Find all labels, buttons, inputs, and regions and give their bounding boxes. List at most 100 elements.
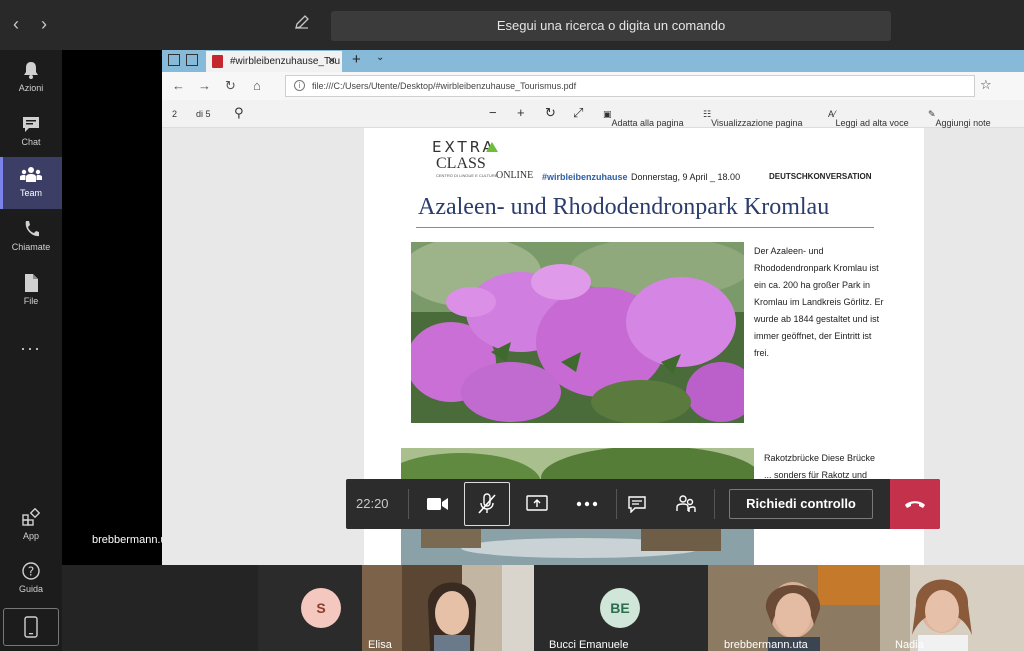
online-label: ONLINE xyxy=(496,170,534,181)
divider xyxy=(408,489,409,519)
event-date: Donnerstag, 9 April _ 18.00 xyxy=(631,172,741,182)
rail-item-apps[interactable]: App xyxy=(0,500,62,552)
new-tab-icon[interactable]: + xyxy=(352,51,361,68)
paragraph-park: Der Azaleen- und Rhododendronpark Kromla… xyxy=(754,246,884,358)
info-icon: i xyxy=(294,80,305,91)
participant-tile[interactable]: brebbermann.uta xyxy=(708,565,880,651)
more-apps-icon[interactable]: ... xyxy=(0,334,62,355)
rail-label: Azioni xyxy=(18,83,44,93)
conversation-icon xyxy=(628,496,646,513)
search-icon[interactable]: ⚲ xyxy=(234,105,244,121)
participant-name: brebbermann.uta xyxy=(724,639,808,651)
tab-title: #wirbleibenzuhause_Tou xyxy=(230,56,341,67)
fullscreen-icon[interactable]: ⤢ xyxy=(573,105,583,121)
pdf-icon xyxy=(212,55,223,68)
participant-name: Bucci Emanuele xyxy=(549,639,629,651)
search-input[interactable]: Esegui una ricerca o digita un comando xyxy=(331,11,891,41)
pdf-toolbar: 2 di 5 ⚲ − + ↻ ⤢ ▣ Adatta alla pagina ☷ … xyxy=(162,100,1024,128)
logo-class-text: CLASS xyxy=(436,155,486,172)
page-view-label: Visualizzazione pagina xyxy=(711,118,803,128)
mic-off-icon xyxy=(478,493,496,514)
rail-label: Team xyxy=(19,188,42,198)
participant-tile[interactable]: S xyxy=(258,565,364,651)
logo-triangle-icon xyxy=(486,142,498,152)
svg-text:?: ? xyxy=(28,565,34,579)
refresh-icon[interactable]: ↻ xyxy=(225,78,236,94)
home-icon[interactable]: ⌂ xyxy=(253,78,261,93)
forward-icon[interactable]: → xyxy=(198,78,211,93)
forward-arrow-icon[interactable]: › xyxy=(34,14,54,35)
page-total: di 5 xyxy=(196,109,211,119)
tab-strip: #wirbleibenzuhause_Tou ✕ + ⌄ xyxy=(162,50,1024,72)
add-notes-label: Aggiungi note xyxy=(935,118,991,128)
event-type: DEUTSCHKONVERSATION xyxy=(769,172,872,181)
tab-back-icon[interactable] xyxy=(186,54,198,66)
pdf-background xyxy=(162,128,364,565)
chevron-down-icon[interactable]: ⌄ xyxy=(376,52,384,63)
share-screen-icon xyxy=(526,495,548,511)
rail-label: Chat xyxy=(21,137,41,147)
document-title: Azaleen- und Rhododendronpark Kromlau xyxy=(418,194,830,220)
rail-item-chat[interactable]: Chat xyxy=(0,106,62,158)
participant-name: Elisa xyxy=(368,639,392,651)
back-arrow-icon[interactable]: ‹ xyxy=(6,14,26,35)
address-bar: ← → ↻ ⌂ i file:///C:/Users/Utente/Deskto… xyxy=(162,72,1024,100)
team-icon xyxy=(20,167,42,182)
favorite-star-icon[interactable]: ☆ xyxy=(980,77,992,93)
avatar: BE xyxy=(600,588,640,628)
help-icon: ? xyxy=(22,562,40,580)
add-notes-button[interactable]: ✎ Aggiungi note xyxy=(928,109,991,128)
fit-page-label: Adatta alla pagina xyxy=(611,118,684,128)
tab-actions-icon[interactable] xyxy=(168,54,180,66)
rail-label: Chiamate xyxy=(11,242,51,252)
rotate-icon[interactable]: ↻ xyxy=(545,105,556,121)
participant-tile[interactable]: Nadia xyxy=(880,565,1024,651)
compose-icon[interactable] xyxy=(294,14,314,34)
show-conversation-button[interactable] xyxy=(614,482,660,526)
camera-button[interactable] xyxy=(415,482,461,526)
rhododendron-photo xyxy=(411,242,744,423)
camera-icon xyxy=(427,498,448,510)
participant-tile[interactable]: Elisa xyxy=(362,565,534,651)
read-aloud-label: Leggi ad alta voce xyxy=(835,118,909,128)
request-control-button[interactable]: Richiedi controllo xyxy=(729,489,873,519)
apps-icon xyxy=(22,508,41,526)
page-number-input[interactable]: 2 xyxy=(172,109,177,119)
participant-name: Nadia xyxy=(895,639,924,651)
page-view-button[interactable]: ☷ Visualizzazione pagina xyxy=(703,109,802,128)
bell-icon xyxy=(24,62,38,79)
chat-icon xyxy=(23,117,39,132)
url-field[interactable]: i file:///C:/Users/Utente/Desktop/#wirbl… xyxy=(285,75,975,97)
read-aloud-button[interactable]: A⁄ Leggi ad alta voce xyxy=(828,109,909,128)
call-timer: 22:20 xyxy=(356,496,389,511)
tab-pdf-document[interactable]: #wirbleibenzuhause_Tou ✕ xyxy=(206,51,342,72)
close-icon[interactable]: ✕ xyxy=(328,51,336,72)
share-screen-button[interactable] xyxy=(514,482,560,526)
rail-item-help[interactable]: ? Guida xyxy=(0,553,62,605)
zoom-in-icon[interactable]: + xyxy=(517,105,525,120)
more-icon xyxy=(576,501,598,507)
participant-tile[interactable]: BE Bucci Emanuele xyxy=(534,565,708,651)
rail-label: Guida xyxy=(18,584,44,594)
device-button[interactable] xyxy=(3,608,59,646)
mobile-icon xyxy=(24,616,38,638)
hashtag-label: #wirbleibenzuhause xyxy=(542,172,628,182)
zoom-out-icon[interactable]: − xyxy=(489,105,497,120)
rail-item-calls[interactable]: Chiamate xyxy=(0,211,62,263)
rail-label: App xyxy=(22,531,39,541)
back-icon[interactable]: ← xyxy=(172,78,185,93)
call-controls: 22:20 Richiedi controllo xyxy=(346,479,940,529)
file-icon xyxy=(25,274,38,292)
rail-label: File xyxy=(23,296,39,306)
url-text: file:///C:/Users/Utente/Desktop/#wirblei… xyxy=(312,81,577,91)
rail-item-activity[interactable]: Azioni xyxy=(0,52,62,104)
rail-item-files[interactable]: File xyxy=(0,265,62,317)
title-bar: ‹ › Esegui una ricerca o digita un coman… xyxy=(0,0,1024,50)
mute-button[interactable] xyxy=(464,482,510,526)
rail-item-team[interactable]: Team xyxy=(0,157,62,209)
fit-page-button[interactable]: ▣ Adatta alla pagina xyxy=(603,109,684,128)
show-participants-button[interactable] xyxy=(663,482,709,526)
hang-up-button[interactable] xyxy=(890,479,940,529)
more-actions-button[interactable] xyxy=(564,482,610,526)
hang-up-icon xyxy=(905,501,925,508)
